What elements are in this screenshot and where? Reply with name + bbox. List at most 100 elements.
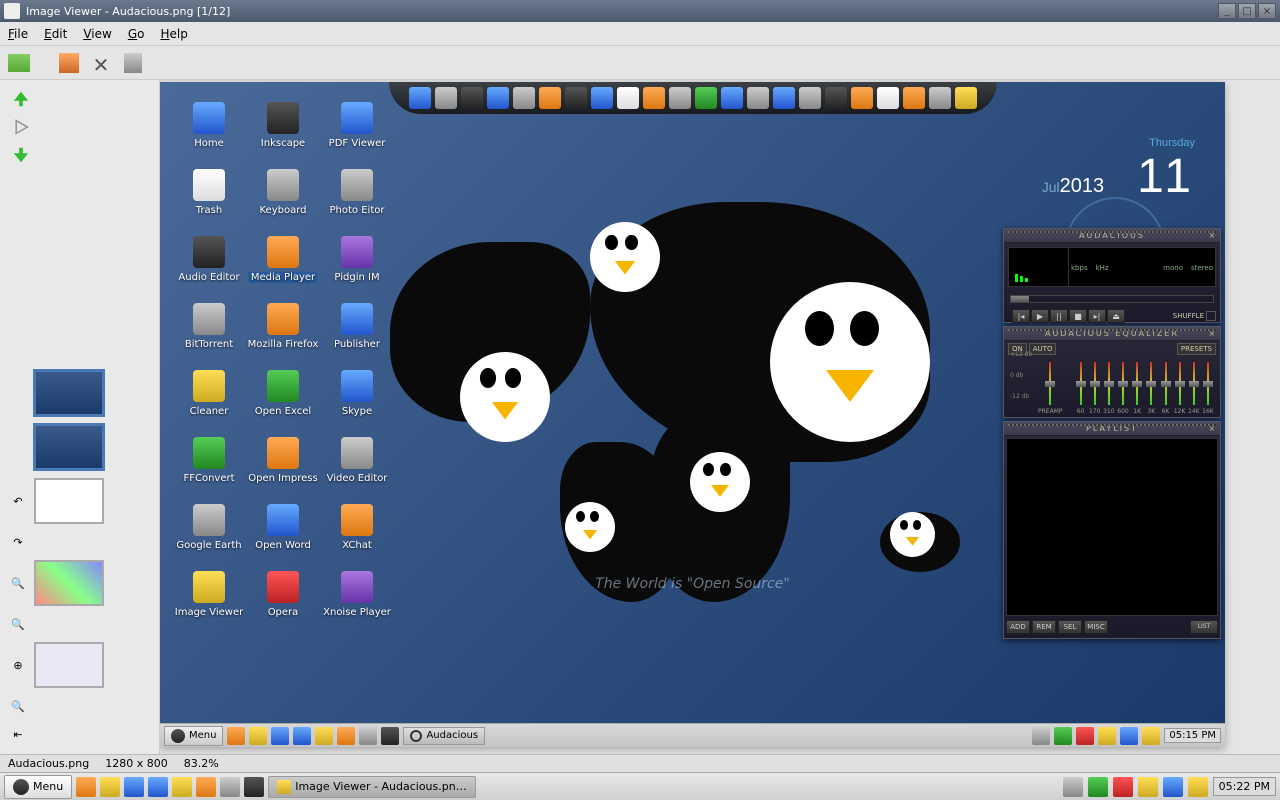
taskbar-icon[interactable]: [271, 727, 289, 745]
desktop-icon-pdf-viewer[interactable]: PDF Viewer: [320, 102, 394, 149]
rotate-right-icon[interactable]: ↷: [8, 532, 28, 552]
desktop-icon-cleaner[interactable]: Cleaner: [172, 370, 246, 417]
eq-band-1K[interactable]: 1K: [1131, 361, 1143, 415]
dock-icon[interactable]: [851, 87, 873, 109]
desktop-icon-audio-editor[interactable]: Audio Editor: [172, 236, 246, 283]
quicklaunch-icon[interactable]: [148, 777, 168, 797]
volume-icon[interactable]: [1032, 727, 1050, 745]
desktop-icon-home[interactable]: Home: [172, 102, 246, 149]
menu-help[interactable]: Help: [160, 27, 187, 41]
desktop-icon-inkscape[interactable]: Inkscape: [246, 102, 320, 149]
dock-icon[interactable]: [773, 87, 795, 109]
eq-band-6K[interactable]: 6K: [1159, 361, 1171, 415]
thumbnail-2[interactable]: [34, 424, 104, 470]
dock-icon[interactable]: [669, 87, 691, 109]
next-button[interactable]: ▸|: [1088, 309, 1106, 323]
system-clock[interactable]: 05:22 PM: [1213, 777, 1276, 796]
dock-icon[interactable]: [721, 87, 743, 109]
play-icon[interactable]: [10, 116, 32, 138]
prev-button[interactable]: |◂: [1012, 309, 1030, 323]
taskbar-icon[interactable]: [293, 727, 311, 745]
eq-band-170[interactable]: 170: [1089, 361, 1101, 415]
collapse-icon[interactable]: ⇤: [8, 724, 28, 744]
maximize-button[interactable]: □: [1238, 3, 1256, 19]
desktop-icon-pidgin-im[interactable]: Pidgin IM: [320, 236, 394, 283]
dock-icon[interactable]: [539, 87, 561, 109]
stop-button[interactable]: ■: [1069, 309, 1087, 323]
battery-icon[interactable]: [1088, 777, 1108, 797]
close-icon[interactable]: ×: [1208, 329, 1218, 339]
zoom-fit-icon[interactable]: ⊕: [8, 655, 28, 675]
network-icon[interactable]: [1113, 777, 1133, 797]
menu-button[interactable]: Menu: [4, 775, 72, 799]
image-viewport[interactable]: HomeInkscapePDF ViewerTrashKeyboardPhoto…: [160, 80, 1280, 754]
eq-presets-button[interactable]: PRESETS: [1177, 343, 1216, 355]
playlist-list-button[interactable]: LIST: [1190, 620, 1218, 634]
desktop-icon-open-impress[interactable]: Open Impress: [246, 437, 320, 484]
desktop-icon-skype[interactable]: Skype: [320, 370, 394, 417]
dock-icon[interactable]: [877, 87, 899, 109]
taskbar-icon[interactable]: [381, 727, 399, 745]
playlist-rem-button[interactable]: REM: [1032, 620, 1056, 634]
dock-icon[interactable]: [435, 87, 457, 109]
dock-icon[interactable]: [409, 87, 431, 109]
thumbnail-4[interactable]: [34, 560, 104, 606]
quicklaunch-icon[interactable]: [172, 777, 192, 797]
desktop-icon-photo-eitor[interactable]: Photo Eitor: [320, 169, 394, 216]
quicklaunch-icon[interactable]: [196, 777, 216, 797]
playlist-list[interactable]: [1006, 438, 1218, 616]
up-arrow-icon[interactable]: [10, 88, 32, 110]
tray-icon[interactable]: [1098, 727, 1116, 745]
dock-icon[interactable]: [617, 87, 639, 109]
desktop-icon-xnoise-player[interactable]: Xnoise Player: [320, 571, 394, 618]
taskbar-icon[interactable]: [227, 727, 245, 745]
inner-clock[interactable]: 05:15 PM: [1164, 728, 1221, 743]
inner-menu-button[interactable]: Menu: [164, 726, 223, 746]
delete-button[interactable]: [120, 50, 146, 76]
close-icon[interactable]: ×: [1208, 424, 1218, 434]
eq-band-600[interactable]: 600: [1117, 361, 1129, 415]
dock-icon[interactable]: [487, 87, 509, 109]
network-icon[interactable]: [1076, 727, 1094, 745]
desktop-icon-open-excel[interactable]: Open Excel: [246, 370, 320, 417]
menu-file[interactable]: FFileile: [8, 27, 28, 41]
tray-icon[interactable]: [1120, 727, 1138, 745]
playlist-add-button[interactable]: ADD: [1006, 620, 1030, 634]
eq-band-310[interactable]: 310: [1103, 361, 1115, 415]
quicklaunch-icon[interactable]: [76, 777, 96, 797]
tray-icon[interactable]: [1163, 777, 1183, 797]
dock-icon[interactable]: [591, 87, 613, 109]
tray-icon[interactable]: [1142, 727, 1160, 745]
audacious-player-window[interactable]: AUDACIOUS× kbpskHzmonostereo |◂ ▶: [1003, 228, 1221, 323]
dock-icon[interactable]: [513, 87, 535, 109]
quicklaunch-icon[interactable]: [220, 777, 240, 797]
battery-icon[interactable]: [1054, 727, 1072, 745]
taskbar-icon[interactable]: [249, 727, 267, 745]
taskbar-icon[interactable]: [359, 727, 377, 745]
menu-view[interactable]: View: [83, 27, 111, 41]
menu-go[interactable]: Go: [128, 27, 145, 41]
desktop-icon-mozilla-firefox[interactable]: Mozilla Firefox: [246, 303, 320, 350]
close-file-button[interactable]: ✕: [88, 50, 114, 76]
quicklaunch-icon[interactable]: [244, 777, 264, 797]
dock-icon[interactable]: [955, 87, 977, 109]
desktop-icon-bittorrent[interactable]: BitTorrent: [172, 303, 246, 350]
desktop-icon-opera[interactable]: Opera: [246, 571, 320, 618]
save-button[interactable]: [56, 50, 82, 76]
minimize-button[interactable]: _: [1218, 3, 1236, 19]
zoom-100-icon[interactable]: 🔍: [8, 696, 28, 716]
taskbar-icon[interactable]: [337, 727, 355, 745]
playlist-sel-button[interactable]: SEL: [1058, 620, 1082, 634]
audacious-playlist-window[interactable]: PLAYLIST× ADD REM SEL MISC LIST: [1003, 421, 1221, 639]
thumbnail-5[interactable]: [34, 642, 104, 688]
desktop-icon-publisher[interactable]: Publisher: [320, 303, 394, 350]
thumbnail-1[interactable]: [34, 370, 104, 416]
open-button[interactable]: [6, 50, 32, 76]
close-button[interactable]: ×: [1258, 3, 1276, 19]
desktop-icon-open-word[interactable]: Open Word: [246, 504, 320, 551]
quicklaunch-icon[interactable]: [124, 777, 144, 797]
thumbnail-3[interactable]: [34, 478, 104, 524]
desktop-icon-image-viewer[interactable]: Image Viewer: [172, 571, 246, 618]
menu-edit[interactable]: Edit: [44, 27, 67, 41]
eq-band-60[interactable]: 60: [1074, 361, 1086, 415]
